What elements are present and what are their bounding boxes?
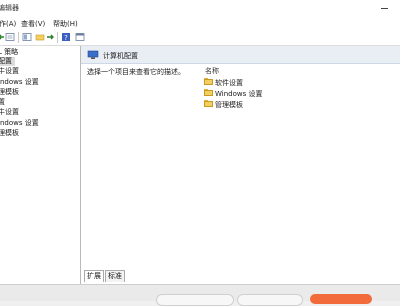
minimize-icon — [381, 8, 388, 9]
list-item-label: 软件设置 — [215, 79, 243, 87]
tree-item-admin-templates[interactable]: 理模板 — [0, 88, 19, 97]
list-item-label: 管理模板 — [215, 101, 243, 109]
title-bar: 编辑器 — [0, 0, 400, 16]
toolbar: ? — [0, 30, 400, 46]
window-title: 编辑器 — [0, 4, 19, 12]
menu-action[interactable]: 作(A) — [0, 19, 16, 29]
help-icon[interactable]: ? — [61, 32, 71, 42]
menu-view[interactable]: 查看(V) — [21, 19, 45, 29]
folder-icon — [204, 78, 213, 85]
tree-item-user-config[interactable]: 置 — [0, 98, 5, 107]
bottom-strip — [0, 284, 400, 306]
description-text: 选择一个项目来查看它的描述。 — [87, 68, 185, 76]
tab-extended[interactable]: 扩展 — [84, 270, 104, 282]
tree-item-local-policy[interactable]: L 策略 — [0, 48, 18, 57]
menu-bar: 作(A) 查看(V) 帮助(H) — [0, 16, 400, 30]
toolbar-separator — [18, 32, 19, 43]
tree-pane: L 策略 配置 牛设置 indows 设置 理模板 置 牛设置 indows 设… — [0, 46, 81, 284]
taskbar-button[interactable] — [156, 294, 234, 306]
tree-item-computer-config[interactable]: 配置 — [0, 57, 15, 66]
minimize-button[interactable] — [378, 3, 392, 13]
folder-up-icon[interactable] — [35, 32, 45, 42]
column-header-name[interactable]: 名称 — [205, 66, 219, 76]
tab-standard[interactable]: 标准 — [105, 270, 125, 282]
details-header: 计算机配置 — [81, 46, 400, 64]
taskbar-button[interactable] — [237, 294, 303, 306]
folder-icon — [204, 100, 213, 107]
computer-icon — [87, 50, 99, 59]
tree-item-user-windows-settings[interactable]: indows 设置 — [0, 119, 39, 128]
tree-item-windows-settings[interactable]: indows 设置 — [0, 78, 39, 87]
menu-help[interactable]: 帮助(H) — [53, 19, 78, 29]
console-view-icon[interactable] — [75, 32, 85, 42]
tree-item-software-settings[interactable]: 牛设置 — [0, 67, 19, 76]
details-pane: 计算机配置 选择一个项目来查看它的描述。 名称 软件设置 Windows 设置 … — [81, 46, 400, 284]
details-title: 计算机配置 — [103, 52, 138, 60]
forward-arrow-icon[interactable] — [45, 32, 55, 42]
list-item-label: Windows 设置 — [215, 90, 263, 98]
tree-item-user-software-settings[interactable]: 牛设置 — [0, 108, 19, 117]
toolbar-separator — [57, 32, 58, 43]
view-icon[interactable] — [22, 32, 32, 42]
svg-text:?: ? — [64, 34, 68, 42]
accent-button[interactable] — [310, 294, 372, 304]
folder-icon — [204, 89, 213, 96]
properties-icon[interactable] — [5, 32, 15, 42]
tree-item-user-admin-templates[interactable]: 理模板 — [0, 129, 19, 138]
